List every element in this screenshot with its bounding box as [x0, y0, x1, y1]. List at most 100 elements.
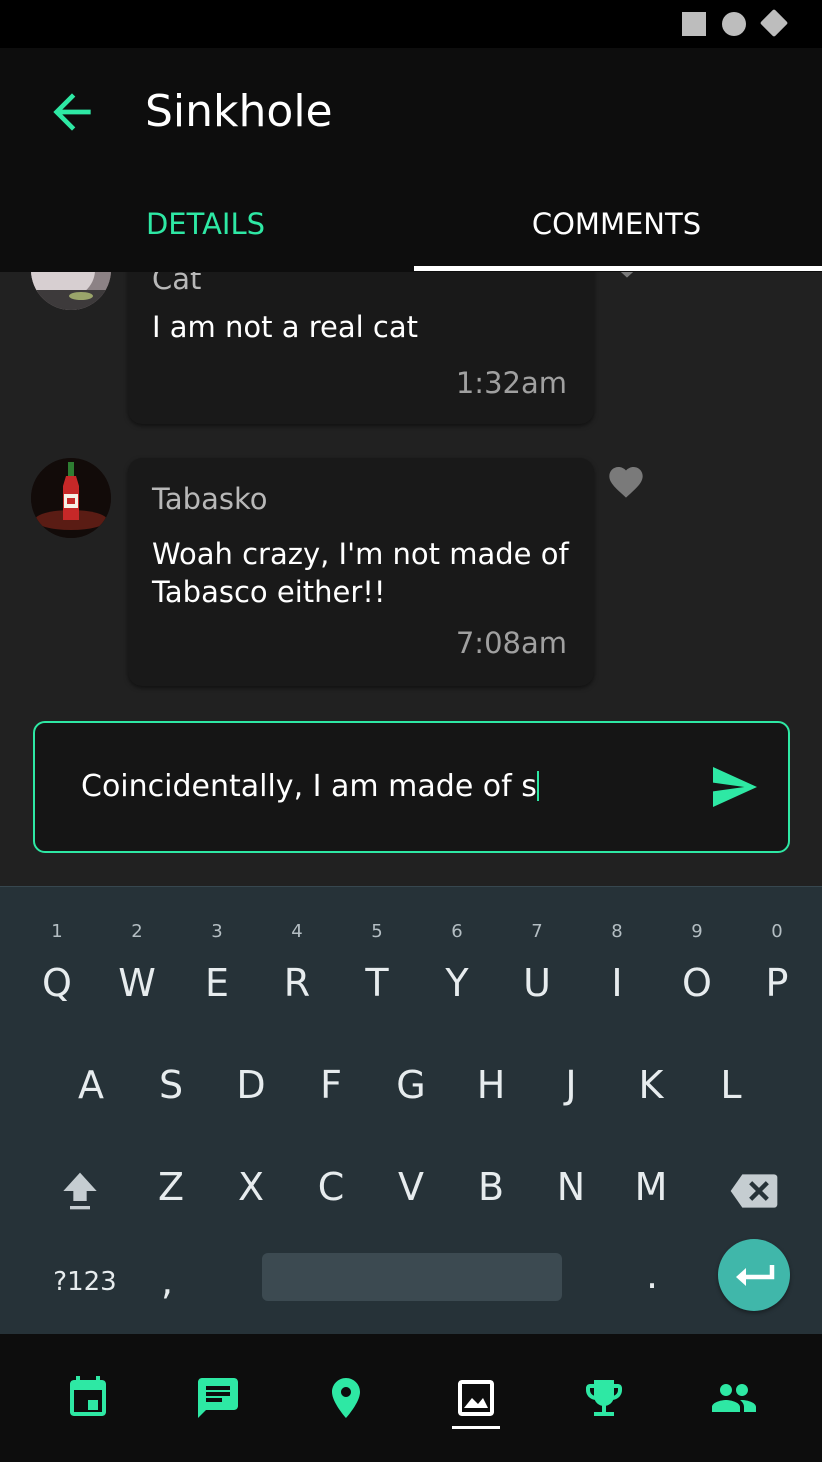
key-label: N	[556, 1165, 586, 1209]
tab-comments[interactable]: COMMENTS	[411, 196, 822, 272]
key-t[interactable]: 5T	[337, 921, 417, 1005]
key-j[interactable]: J	[531, 1063, 611, 1107]
key-label: T	[365, 961, 389, 1005]
comma-key[interactable]: ,	[127, 1259, 207, 1303]
tab-indicator	[414, 266, 822, 271]
location-icon[interactable]	[322, 1374, 370, 1422]
key-k[interactable]: K	[611, 1063, 691, 1107]
key-b[interactable]: B	[451, 1165, 531, 1209]
key-label: W	[118, 961, 156, 1005]
comment-input-value: Coincidentally, I am made of s	[81, 769, 537, 804]
key-label: O	[682, 961, 712, 1005]
key-x[interactable]: X	[211, 1165, 291, 1209]
tabasco-avatar-image	[31, 458, 111, 538]
calendar-icon[interactable]	[64, 1374, 112, 1422]
symbols-key[interactable]: ?123	[45, 1267, 125, 1297]
back-button[interactable]	[44, 84, 100, 140]
arrow-back-icon	[53, 93, 91, 131]
shift-key[interactable]	[40, 1167, 120, 1215]
key-g[interactable]: G	[371, 1063, 451, 1107]
key-label: D	[236, 1063, 266, 1107]
period-key[interactable]: .	[612, 1253, 692, 1297]
key-hint: 8	[611, 921, 623, 942]
key-hint: 7	[531, 921, 543, 942]
key-d[interactable]: D	[211, 1063, 291, 1107]
key-label: V	[398, 1165, 424, 1209]
key-label: H	[476, 1063, 506, 1107]
comment-text: Woah crazy, I'm not made of Tabasco eith…	[152, 537, 569, 609]
key-label: A	[78, 1063, 104, 1107]
send-icon[interactable]	[711, 765, 759, 809]
heart-icon[interactable]	[604, 462, 648, 502]
image-icon[interactable]	[452, 1374, 500, 1422]
comment-bubble: Cat I am not a real cat 1:32am	[128, 272, 594, 424]
key-label: Z	[157, 1165, 185, 1209]
backspace-key[interactable]	[714, 1167, 794, 1215]
key-hint: 3	[211, 921, 223, 942]
people-icon[interactable]	[710, 1374, 758, 1422]
key-label: Q	[42, 961, 72, 1005]
key-h[interactable]: H	[451, 1063, 531, 1107]
cat-avatar-image	[31, 272, 111, 310]
key-e[interactable]: 3E	[177, 921, 257, 1005]
key-o[interactable]: 9O	[657, 921, 737, 1005]
key-v[interactable]: V	[371, 1165, 451, 1209]
comment-author: Tabasko	[152, 482, 268, 516]
key-s[interactable]: S	[131, 1063, 211, 1107]
key-hint: 9	[691, 921, 703, 942]
key-w[interactable]: 2W	[97, 921, 177, 1005]
comment-time: 7:08am	[455, 626, 567, 660]
spacebar[interactable]	[262, 1253, 562, 1301]
key-label: B	[477, 1165, 505, 1209]
nav-active-indicator	[452, 1426, 500, 1429]
key-hint: 0	[771, 921, 783, 942]
key-l[interactable]: L	[691, 1063, 771, 1107]
chat-icon[interactable]	[194, 1374, 242, 1422]
key-label: R	[283, 961, 311, 1005]
heart-icon[interactable]	[605, 272, 649, 282]
enter-key[interactable]	[718, 1239, 790, 1311]
key-m[interactable]: M	[611, 1165, 691, 1209]
key-label: P	[765, 961, 789, 1005]
key-label: S	[158, 1063, 184, 1107]
comment-input-value-wrap: Coincidentally, I am made of s	[81, 769, 539, 804]
key-a[interactable]: A	[51, 1063, 131, 1107]
key-hint: 1	[51, 921, 63, 942]
comment-input[interactable]: Coincidentally, I am made of s	[33, 721, 790, 853]
key-label: J	[565, 1063, 577, 1107]
key-label: F	[320, 1063, 342, 1107]
key-hint: 2	[131, 921, 143, 942]
text-caret	[536, 771, 539, 801]
key-label: X	[237, 1165, 265, 1209]
key-f[interactable]: F	[291, 1063, 371, 1107]
key-p[interactable]: 0P	[737, 921, 817, 1005]
comment-author: Cat	[152, 272, 202, 296]
key-label: Y	[445, 961, 469, 1005]
trophy-icon[interactable]	[580, 1374, 628, 1422]
key-hint: 6	[451, 921, 463, 942]
key-n[interactable]: N	[531, 1165, 611, 1209]
avatar	[31, 458, 111, 538]
key-z[interactable]: Z	[131, 1165, 211, 1209]
key-y[interactable]: 6Y	[417, 921, 497, 1005]
key-hint: 4	[291, 921, 303, 942]
key-label: C	[317, 1165, 345, 1209]
comment-text: I am not a real cat	[152, 310, 418, 344]
key-label: G	[396, 1063, 426, 1107]
key-hint: 5	[371, 921, 383, 942]
key-label: K	[638, 1063, 664, 1107]
avatar	[31, 272, 111, 310]
shift-icon	[63, 1172, 97, 1210]
key-label: M	[634, 1165, 668, 1209]
key-r[interactable]: 4R	[257, 921, 337, 1005]
key-i[interactable]: 8I	[577, 921, 657, 1005]
bottom-nav	[0, 1334, 822, 1462]
key-q[interactable]: 1Q	[17, 921, 97, 1005]
comment-bubble: Tabasko Woah crazy, I'm not made of Taba…	[128, 458, 594, 686]
key-label: U	[523, 961, 551, 1005]
backspace-icon	[730, 1174, 778, 1208]
key-u[interactable]: 7U	[497, 921, 577, 1005]
key-c[interactable]: C	[291, 1165, 371, 1209]
tab-details[interactable]: DETAILS	[0, 196, 411, 272]
square-icon	[682, 12, 706, 36]
